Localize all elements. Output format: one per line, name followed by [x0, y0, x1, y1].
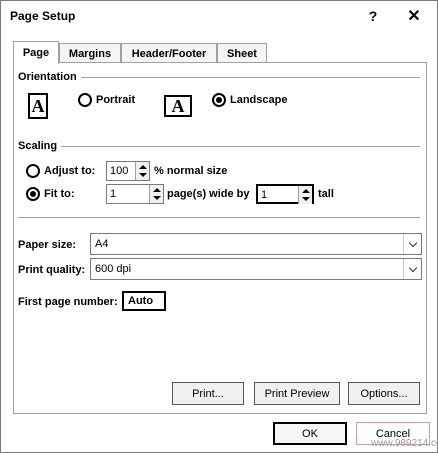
- adjust-to-radio[interactable]: [26, 164, 40, 178]
- portrait-letter: A: [31, 95, 45, 116]
- tab-margins[interactable]: Margins: [59, 43, 121, 63]
- landscape-page-icon: A: [164, 95, 192, 117]
- scaling-rule: [18, 146, 420, 147]
- print-quality-value[interactable]: 600 dpi: [95, 263, 131, 275]
- pages-tall-value[interactable]: 1: [261, 189, 267, 201]
- orientation-label: Orientation: [18, 71, 81, 83]
- page-setup-dialog: Page Setup ? ✕ Page Margins Header/Foote…: [0, 0, 438, 453]
- print-quality-select[interactable]: 600 dpi: [90, 258, 422, 280]
- tab-header-footer[interactable]: Header/Footer: [121, 43, 217, 63]
- paper-size-label: Paper size:: [18, 239, 77, 251]
- ok-button[interactable]: OK: [273, 422, 347, 445]
- paper-size-select[interactable]: A4: [90, 233, 422, 255]
- landscape-letter: A: [171, 95, 185, 116]
- print-preview-button[interactable]: Print Preview: [254, 382, 340, 405]
- normal-size-label: % normal size: [154, 165, 228, 177]
- paper-size-dropdown-icon[interactable]: [403, 234, 421, 254]
- portrait-label[interactable]: Portrait: [96, 94, 135, 106]
- paper-size-value[interactable]: A4: [95, 238, 108, 250]
- landscape-label[interactable]: Landscape: [230, 94, 287, 106]
- print-button[interactable]: Print...: [172, 382, 244, 405]
- watermark: www.989214.com: [371, 438, 438, 449]
- adjust-to-label[interactable]: Adjust to:: [44, 165, 95, 177]
- pages-tall-spin-arrows[interactable]: [298, 186, 312, 204]
- options-button[interactable]: Options...: [348, 382, 420, 405]
- fit-to-label[interactable]: Fit to:: [44, 188, 75, 200]
- print-quality-dropdown-icon[interactable]: [403, 259, 421, 279]
- pages-wide-value[interactable]: 1: [110, 188, 116, 200]
- window-title: Page Setup: [10, 9, 76, 23]
- pages-wide-spin-arrows[interactable]: [149, 185, 163, 203]
- first-page-number-input[interactable]: Auto: [122, 291, 166, 311]
- scaling-label: Scaling: [18, 140, 62, 152]
- tab-sheet[interactable]: Sheet: [217, 43, 267, 63]
- pages-tall-spinner[interactable]: 1: [256, 184, 314, 204]
- help-icon[interactable]: ?: [361, 5, 385, 27]
- pages-wide-spinner[interactable]: 1: [106, 184, 164, 204]
- pages-wide-label: page(s) wide by: [167, 188, 250, 200]
- landscape-radio[interactable]: [212, 93, 226, 107]
- scaling-bottom-rule: [18, 217, 420, 218]
- adjust-to-spin-arrows[interactable]: [135, 162, 149, 180]
- tab-page[interactable]: Page: [13, 41, 59, 64]
- page-tab-panel: Orientation A Portrait A Landscape Scali…: [13, 62, 427, 414]
- first-page-number-label: First page number:: [18, 296, 118, 308]
- adjust-to-value[interactable]: 100: [110, 165, 128, 177]
- close-icon[interactable]: ✕: [402, 5, 426, 27]
- fit-to-radio[interactable]: [26, 187, 40, 201]
- pages-tall-label: tall: [318, 188, 334, 200]
- portrait-page-icon: A: [28, 93, 48, 119]
- adjust-to-spinner[interactable]: 100: [106, 161, 150, 181]
- title-bar: Page Setup ? ✕: [1, 1, 437, 31]
- print-quality-label: Print quality:: [18, 264, 86, 276]
- portrait-radio[interactable]: [78, 93, 92, 107]
